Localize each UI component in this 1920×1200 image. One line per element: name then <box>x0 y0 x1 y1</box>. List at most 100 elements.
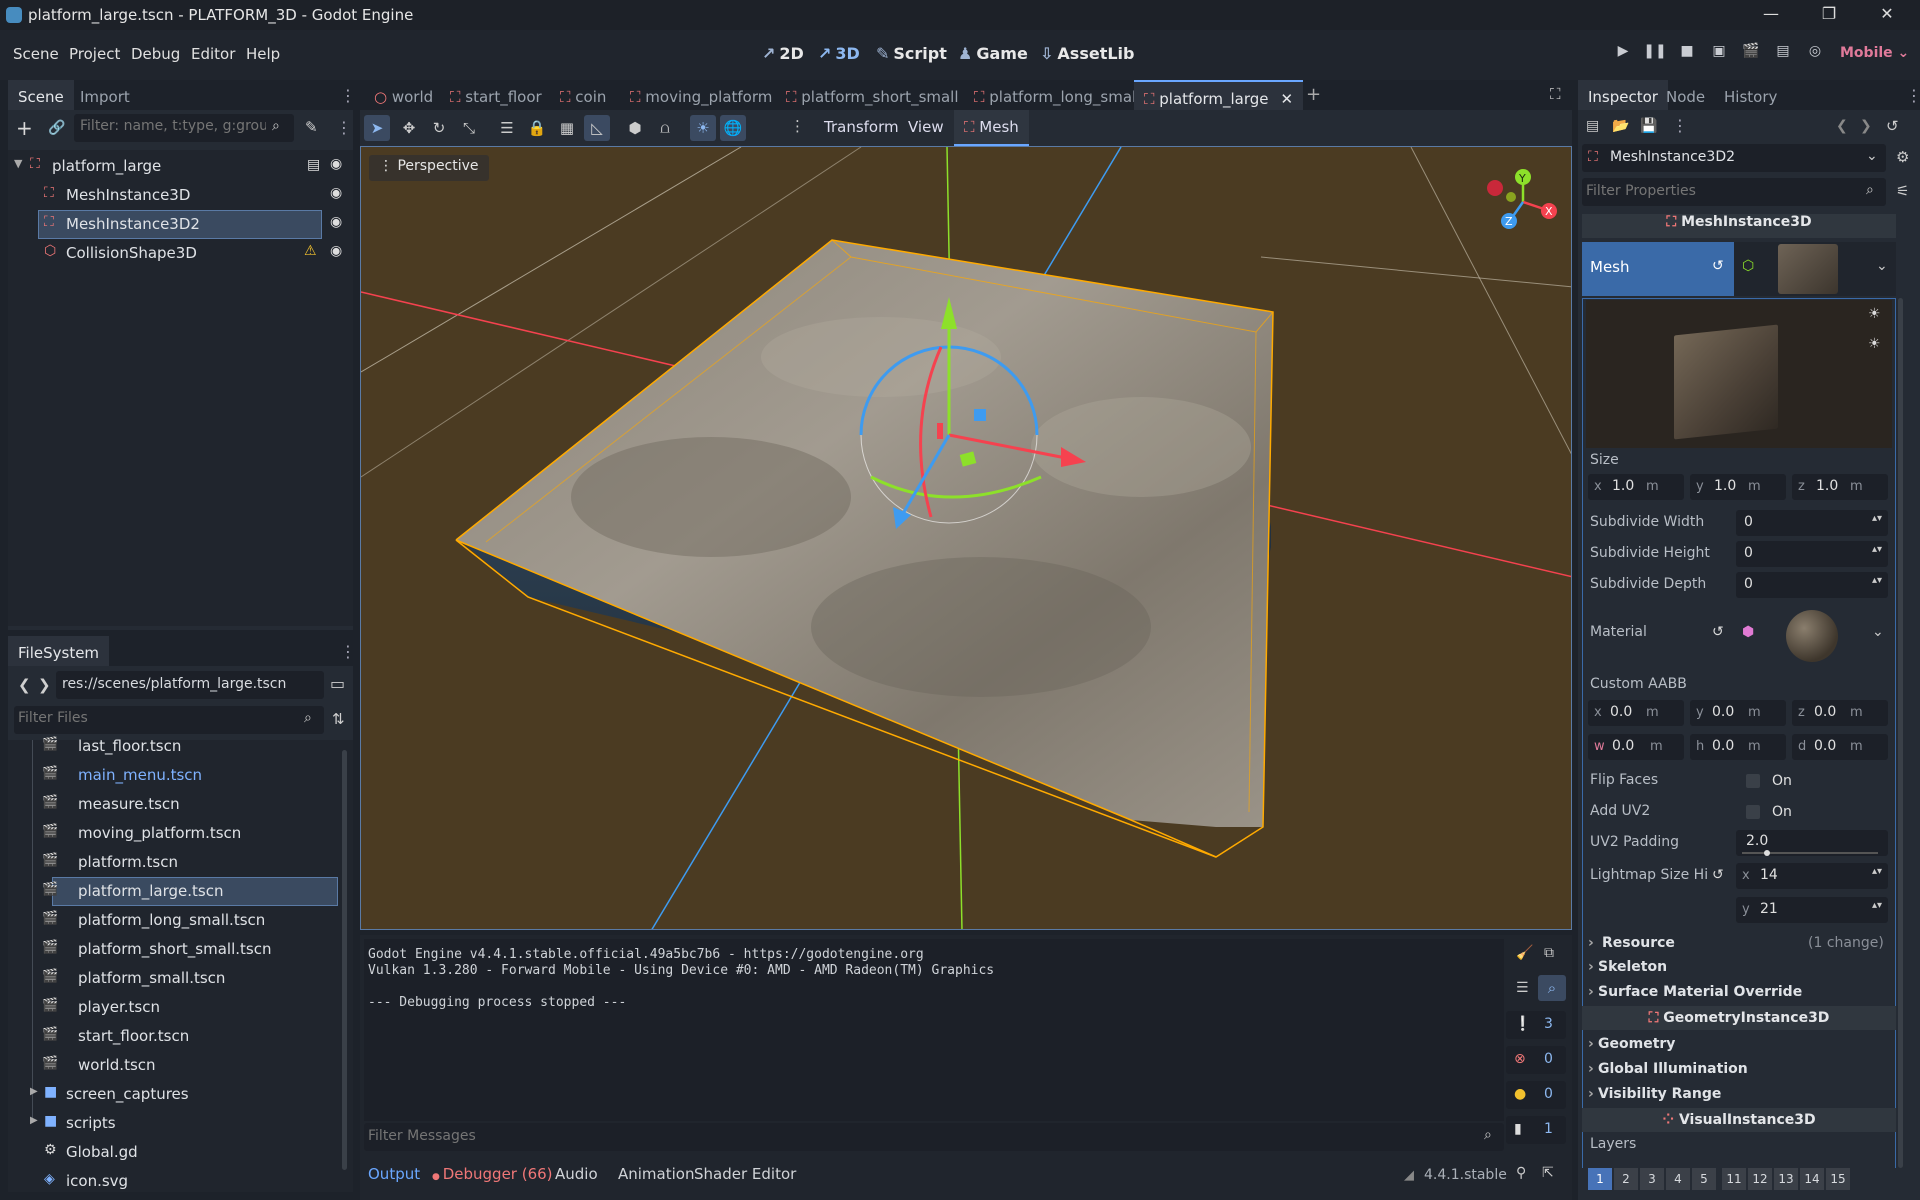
scene-tab-platform-large[interactable]: ⛶ platform_large ✕ <box>1134 80 1304 110</box>
menu-scene[interactable]: Scene <box>13 45 59 63</box>
aabb-d-field[interactable]: d 0.0 m <box>1792 734 1888 760</box>
slider-grabber[interactable] <box>1764 850 1770 856</box>
stop-icon[interactable]: ■ <box>1674 43 1700 67</box>
global-illumination-section[interactable]: › Global Illumination <box>1582 1058 1896 1083</box>
chevron-down-icon[interactable]: ⌄ <box>1876 258 1888 274</box>
restore-icon[interactable]: ❐ <box>1814 4 1844 26</box>
tab-history[interactable]: History <box>1714 80 1787 110</box>
file-item[interactable]: 🎬 platform_short_small.tscn <box>8 935 338 964</box>
scene-tab-platform-short-small[interactable]: ⛶ platform_short_small <box>776 80 969 110</box>
tab-import[interactable]: Import <box>70 80 140 110</box>
filter-options-icon[interactable]: ⚟ <box>1896 182 1909 200</box>
script-icon[interactable]: ▤ <box>307 157 320 173</box>
tab-debugger[interactable]: ● Debugger (66) <box>432 1165 553 1183</box>
tree-item-meshinstance3d[interactable]: ⛶ MeshInstance3D ◉ <box>8 181 353 210</box>
file-item[interactable]: 🎬 platform.tscn <box>8 848 338 877</box>
geometry-section[interactable]: › Geometry <box>1582 1033 1896 1058</box>
file-item[interactable]: 🎬 last_floor.tscn <box>8 732 338 761</box>
back-icon[interactable]: ❮ <box>18 676 31 694</box>
select-mode-icon[interactable]: ➤ <box>364 115 390 141</box>
workspace-script[interactable]: ✎ Script <box>876 44 947 63</box>
layer-toggle[interactable]: 11 <box>1722 1168 1746 1190</box>
tab-filesystem[interactable]: FileSystem <box>8 636 110 666</box>
object-history-icon[interactable]: ↺ <box>1886 117 1899 135</box>
open-folder-icon[interactable]: 📂 <box>1612 118 1629 134</box>
minimize-icon[interactable]: — <box>1756 4 1786 26</box>
snap-icon[interactable]: ⩍ <box>652 115 678 141</box>
play-scene-icon[interactable]: 🎬 <box>1738 43 1764 67</box>
aabb-y-field[interactable]: y 0.0 m <box>1690 700 1786 726</box>
inspector-menu-icon[interactable]: ⋮ <box>1672 116 1688 135</box>
file-item[interactable]: 🎬 platform_small.tscn <box>8 964 338 993</box>
files-filter-input[interactable] <box>18 710 288 726</box>
expand-arrow-icon[interactable]: ▶ <box>30 1086 38 1097</box>
revert-icon[interactable]: ↺ <box>1712 624 1724 640</box>
subdivide-depth-spin[interactable]: 0 ▴▾ <box>1736 572 1888 598</box>
skeleton-section[interactable]: › Skeleton <box>1582 956 1896 981</box>
filter-messages-input[interactable] <box>368 1128 1468 1144</box>
scene-tab-coin[interactable]: ⛶ coin <box>550 80 616 110</box>
tree-item-collisionshape3d[interactable]: ⬡ CollisionShape3D ⚠ ◉ <box>8 239 353 268</box>
history-forward-icon[interactable]: ❯ <box>1860 118 1872 134</box>
view-axis-gizmo[interactable]: Y X Z <box>1487 169 1557 229</box>
file-item[interactable]: ⚙ Global.gd <box>8 1138 338 1167</box>
workspace-assetlib[interactable]: ⇩ AssetLib <box>1040 44 1134 63</box>
scene-tree-menu-icon[interactable]: ⋮ <box>336 118 352 137</box>
size-y-field[interactable]: y 1.0 m <box>1690 474 1786 500</box>
file-item-selected[interactable]: 🎬 platform_large.tscn <box>8 877 338 906</box>
workspace-3d[interactable]: ↗ 3D <box>818 44 860 63</box>
warning-icon[interactable]: ⚠ <box>304 243 317 259</box>
spinner-arrows-icon[interactable]: ▴▾ <box>1872 900 1882 911</box>
scene-tab-world[interactable]: ○ world <box>364 80 443 110</box>
spinner-arrows-icon[interactable]: ▴▾ <box>1872 866 1882 877</box>
file-item[interactable]: 🎬 player.tscn <box>8 993 338 1022</box>
mesh-menu[interactable]: ⛶ Mesh <box>954 110 1029 146</box>
warnings-filter[interactable]: ● 0 <box>1506 1081 1566 1109</box>
chevron-down-icon[interactable]: ⌄ <box>1872 624 1884 640</box>
subdivide-height-spin[interactable]: 0 ▴▾ <box>1736 541 1888 567</box>
expand-panel-icon[interactable]: ⇱ <box>1542 1165 1554 1181</box>
file-item[interactable]: 🎬 world.tscn <box>8 1051 338 1080</box>
aabb-w-field[interactable]: w 0.0 m <box>1588 734 1684 760</box>
add-tab-icon[interactable]: + <box>1306 84 1321 105</box>
forward-icon[interactable]: ❯ <box>38 676 51 694</box>
tab-audio[interactable]: Audio <box>555 1165 598 1183</box>
spinner-arrows-icon[interactable]: ▴▾ <box>1872 513 1882 524</box>
new-resource-icon[interactable]: ▤ <box>1586 118 1599 134</box>
filter-properties-input[interactable] <box>1586 183 1856 199</box>
mesh-thumbnail[interactable] <box>1778 244 1838 294</box>
tab-inspector[interactable]: Inspector <box>1578 80 1668 110</box>
tab-scene[interactable]: Scene <box>8 80 74 110</box>
group-icon[interactable]: ▦ <box>554 115 580 141</box>
menu-project[interactable]: Project <box>69 45 120 63</box>
perspective-menu[interactable]: ⋮ Perspective <box>369 155 489 181</box>
3d-viewport[interactable]: Y X Z ⋮ Perspective <box>360 146 1572 930</box>
transform-menu[interactable]: Transform <box>824 118 899 136</box>
workspace-2d[interactable]: ↗ 2D <box>762 44 804 63</box>
file-item[interactable]: 🎬 measure.tscn <box>8 790 338 819</box>
folder-item[interactable]: ▶ ■ scripts <box>8 1109 338 1138</box>
filter-properties[interactable]: ⌕ <box>1582 178 1886 206</box>
clear-output-icon[interactable]: 🧹 <box>1516 945 1533 961</box>
layer-toggle[interactable]: 3 <box>1640 1168 1664 1190</box>
revert-icon[interactable]: ↺ <box>1712 867 1724 883</box>
spinner-arrows-icon[interactable]: ▴▾ <box>1872 544 1882 555</box>
view-menu[interactable]: View <box>908 118 944 136</box>
errors-filter[interactable]: ⊗ 0 <box>1506 1046 1566 1074</box>
tree-item-platform-large[interactable]: ▼ ⛶ platform_large ▤ ◉ <box>8 152 353 181</box>
scene-filter-input[interactable] <box>80 118 266 134</box>
scene-tab-platform-long-small[interactable]: ⛶ platform_long_small <box>964 80 1150 110</box>
dock-menu-icon[interactable]: ⋮ <box>1906 86 1920 105</box>
filter-messages[interactable]: ⌕ <box>364 1123 1504 1151</box>
aabb-z-field[interactable]: z 0.0 m <box>1792 700 1888 726</box>
workspace-game[interactable]: ♟ Game <box>958 44 1028 63</box>
lightmap-y-field[interactable]: y 21 ▴▾ <box>1736 897 1888 923</box>
layer-toggle[interactable]: 5 <box>1692 1168 1716 1190</box>
layer-toggle[interactable]: 15 <box>1826 1168 1850 1190</box>
tab-shader-editor[interactable]: Shader Editor <box>694 1165 796 1183</box>
visibility-eye-icon[interactable]: ◉ <box>330 243 342 259</box>
path-field[interactable]: res://scenes/platform_large.tscn <box>56 671 324 699</box>
light-toggle-icon[interactable]: ☀ <box>1868 306 1881 322</box>
history-back-icon[interactable]: ❮ <box>1836 118 1848 134</box>
close-window-icon[interactable]: ✕ <box>1872 4 1902 26</box>
